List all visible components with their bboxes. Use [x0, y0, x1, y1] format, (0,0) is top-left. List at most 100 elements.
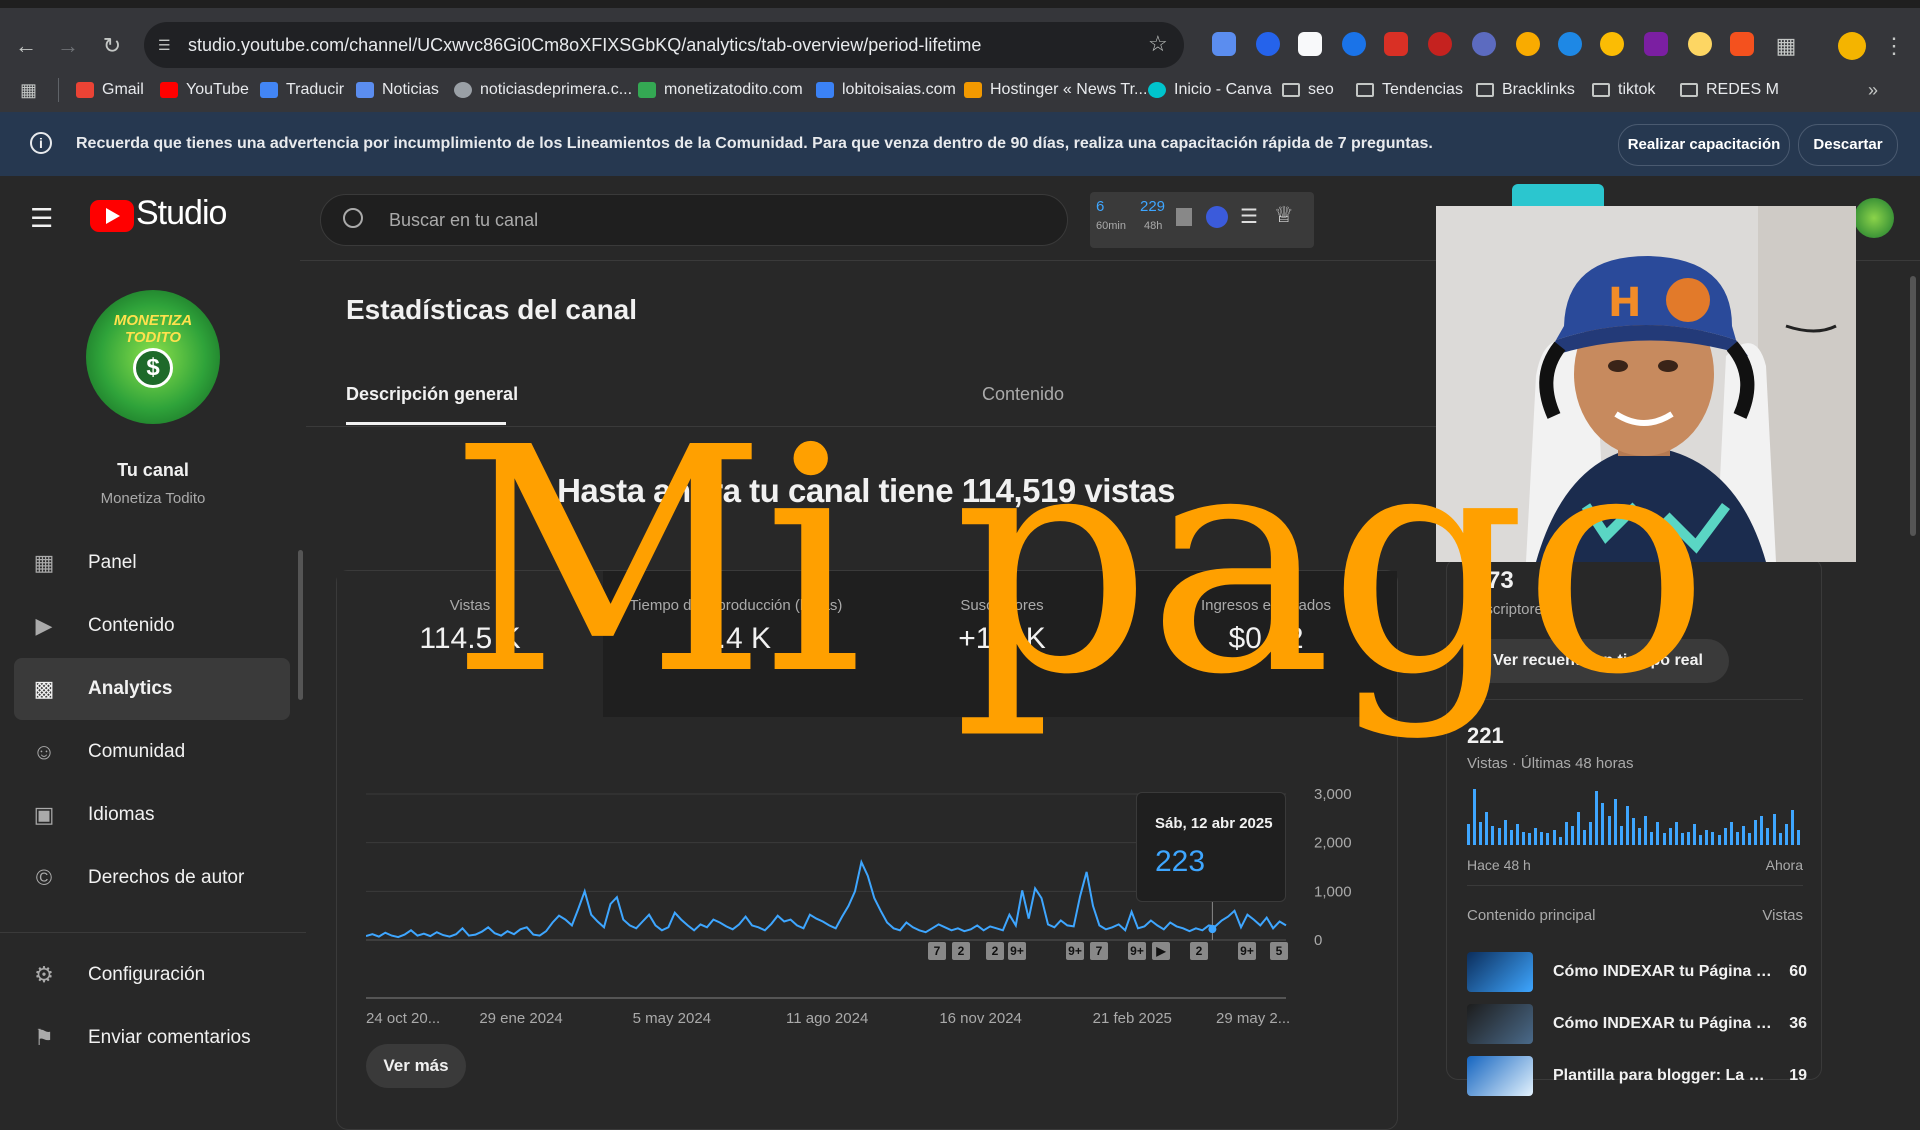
- extension-w-icon[interactable]: [1298, 32, 1322, 56]
- bookmark-traducir[interactable]: Traducir: [260, 68, 344, 112]
- ext-stats-icon[interactable]: [1176, 208, 1192, 226]
- ext-keyword-icon[interactable]: [1206, 206, 1228, 228]
- ext-trophy-icon[interactable]: ♕: [1274, 202, 1294, 228]
- bookmark-gmail[interactable]: Gmail: [76, 68, 144, 112]
- tab-strip: [0, 0, 1920, 8]
- more-bookmarks-icon[interactable]: »: [1868, 80, 1888, 100]
- publication-marker[interactable]: 2: [1190, 942, 1208, 960]
- hover-point: [1208, 925, 1217, 934]
- extension-edge-icon[interactable]: [1342, 32, 1366, 56]
- ext-counter-b: 229: [1140, 198, 1166, 215]
- forward-arrow-icon[interactable]: →: [54, 32, 82, 60]
- extension-seo-icon[interactable]: [1472, 32, 1496, 56]
- realtime-panel: 1,73 Suscriptores Ver recuento en tiempo…: [1446, 558, 1822, 1096]
- extension-purple-icon[interactable]: [1644, 32, 1668, 56]
- tab-content[interactable]: Contenido: [982, 384, 1064, 428]
- sidebar-item-idiomas[interactable]: ▣ Idiomas: [14, 784, 290, 846]
- page-scrollbar[interactable]: [1910, 276, 1916, 536]
- bookmark-folder-seo[interactable]: seo: [1282, 68, 1334, 112]
- views-48h-bars[interactable]: [1467, 787, 1803, 845]
- bookmark-star-icon[interactable]: ☆: [1148, 32, 1172, 56]
- metric-subscribers[interactable]: Suscriptores +1.7 K: [869, 571, 1135, 717]
- top-content-item[interactable]: Cómo INDEXAR tu Página W... 60: [1467, 949, 1807, 995]
- publication-marker[interactable]: 9+: [1238, 942, 1256, 960]
- views-48h-bar: [1564, 821, 1568, 845]
- bookmark-folder-bracklinks[interactable]: Bracklinks: [1476, 68, 1575, 112]
- translate-icon: [260, 82, 278, 98]
- active-tab-indicator: [346, 422, 506, 425]
- bookmarks-bar: ▦ Gmail YouTube Traducir Noticias notici…: [0, 68, 1920, 113]
- bookmark-youtube[interactable]: YouTube: [160, 68, 249, 112]
- bookmark-folder-redes[interactable]: REDES M: [1680, 68, 1779, 112]
- bookmarks-divider: [58, 78, 59, 102]
- publication-marker[interactable]: 7: [1090, 942, 1108, 960]
- publication-marker[interactable]: ▶: [1152, 942, 1170, 960]
- bookmark-folder-tendencias[interactable]: Tendencias: [1356, 68, 1463, 112]
- extension-check-icon[interactable]: [1558, 32, 1582, 56]
- sidebar-scrollbar[interactable]: [298, 550, 303, 700]
- bookmark-monetizatodito[interactable]: monetizatodito.com: [638, 68, 803, 112]
- sidebar-item-comunidad[interactable]: ☺ Comunidad: [14, 721, 290, 783]
- extension-orange-icon[interactable]: [1730, 32, 1754, 56]
- account-avatar[interactable]: [1854, 198, 1894, 238]
- bookmark-hostinger[interactable]: Hostinger « News Tr...: [964, 68, 1147, 112]
- see-more-button[interactable]: Ver más: [366, 1044, 466, 1088]
- publication-marker[interactable]: 7: [928, 942, 946, 960]
- bookmark-noticias[interactable]: Noticias: [356, 68, 439, 112]
- channel-avatar[interactable]: MONETIZA TODITO $: [86, 290, 220, 424]
- publication-marker[interactable]: 5: [1270, 942, 1288, 960]
- sidebar-item-comentarios[interactable]: ⚑ Enviar comentarios: [14, 1007, 290, 1069]
- dismiss-button[interactable]: Descartar: [1798, 124, 1898, 166]
- bookmark-noticiasdeprimera[interactable]: noticiasdeprimera.c...: [454, 68, 632, 112]
- extension-keyword-icon[interactable]: [1256, 32, 1280, 56]
- site-favicon-icon: [816, 82, 834, 98]
- sidebar-item-analytics[interactable]: ▩ Analytics: [14, 658, 290, 720]
- publication-marker[interactable]: 9+: [1128, 942, 1146, 960]
- publication-marker[interactable]: 9+: [1066, 942, 1084, 960]
- studio-logo-text[interactable]: Studio: [136, 194, 227, 233]
- ext-list-icon[interactable]: ☰: [1240, 204, 1258, 229]
- profile-avatar[interactable]: [1838, 32, 1866, 60]
- bookmark-folder-tiktok[interactable]: tiktok: [1592, 68, 1655, 112]
- realtime-count-button[interactable]: Ver recuento en tiempo real: [1467, 639, 1729, 683]
- video-thumbnail: [1467, 1056, 1533, 1096]
- feedback-icon: ⚑: [34, 1025, 54, 1050]
- publication-marker[interactable]: 9+: [1008, 942, 1026, 960]
- views-48h-bar: [1693, 823, 1696, 845]
- extension-moon-icon[interactable]: [1516, 32, 1540, 56]
- youtube-logo-icon[interactable]: [90, 200, 134, 232]
- back-arrow-icon[interactable]: ←: [12, 32, 40, 60]
- metric-revenue[interactable]: Ingresos estimados $0.92: [1135, 571, 1397, 717]
- top-content-item[interactable]: Plantilla para blogger: La ma... 19: [1467, 1053, 1807, 1099]
- metric-watch-time[interactable]: Tiempo de reproducción (horas) 4.4 K: [603, 571, 869, 717]
- reload-icon[interactable]: ↻: [98, 32, 126, 60]
- top-content-item[interactable]: Cómo INDEXAR tu Página W... 36: [1467, 1001, 1807, 1047]
- browser-menu-icon[interactable]: ⋮: [1880, 32, 1908, 60]
- publication-marker[interactable]: 2: [986, 942, 1004, 960]
- extension-translate-icon[interactable]: [1212, 32, 1236, 56]
- training-button[interactable]: Realizar capacitación: [1618, 124, 1790, 166]
- extensions-puzzle-icon[interactable]: ▦: [1772, 32, 1800, 60]
- sidebar-item-panel[interactable]: ▦ Panel: [14, 532, 290, 594]
- bookmark-lobitoisaias[interactable]: lobitoisaias.com: [816, 68, 956, 112]
- extension-smile-icon[interactable]: [1688, 32, 1712, 56]
- sidebar-item-contenido[interactable]: ▶ Contenido: [14, 595, 290, 657]
- sidebar-item-configuracion[interactable]: ⚙ Configuración: [14, 944, 290, 1006]
- extension-lemon-icon[interactable]: [1600, 32, 1624, 56]
- sidebar-item-derechos[interactable]: © Derechos de autor: [14, 847, 290, 909]
- metric-views[interactable]: Vistas 114.5 K: [337, 571, 603, 717]
- bookmark-canva[interactable]: Inicio - Canva: [1148, 68, 1272, 112]
- extension-red-icon[interactable]: [1384, 32, 1408, 56]
- panel-divider-2: [1467, 885, 1803, 886]
- channel-search[interactable]: Buscar en tu canal: [320, 194, 1068, 246]
- subscriber-label: Suscriptores: [1467, 601, 1551, 618]
- panel-divider: [1467, 699, 1803, 700]
- publication-marker[interactable]: 2: [952, 942, 970, 960]
- analytics-icon: ▩: [33, 676, 55, 701]
- apps-grid-icon[interactable]: ▦: [20, 80, 40, 100]
- address-bar[interactable]: ☰ studio.youtube.com/channel/UCxwvc86Gi0…: [144, 22, 1184, 68]
- hamburger-menu-icon[interactable]: ☰: [30, 204, 58, 232]
- page-title: Estadísticas del canal: [346, 294, 638, 325]
- extension-cookie-icon[interactable]: [1428, 32, 1452, 56]
- site-settings-icon[interactable]: ☰: [158, 36, 176, 54]
